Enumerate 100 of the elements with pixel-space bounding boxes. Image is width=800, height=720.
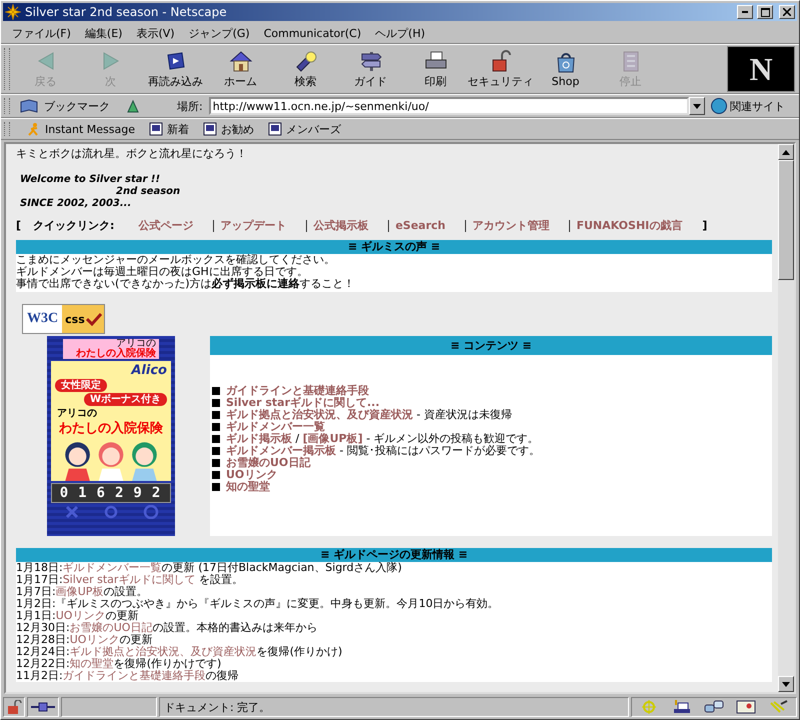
tagline: キミとボクは流れ星。ボクと流れ星になろう！ [16, 148, 248, 160]
connection-plug-icon [30, 701, 56, 713]
item-note: の更新 (17日付BlackMagcian、Sigrdさん入隊) [162, 561, 402, 574]
minimize-button[interactable] [737, 5, 753, 19]
menu-item[interactable]: ジャンプ(G) [182, 26, 257, 40]
status-text: ドキュメント: 完了。 [159, 697, 629, 717]
quick-link[interactable]: eSearch [388, 220, 452, 232]
toolbar-button[interactable]: ホーム [208, 47, 273, 91]
page-link[interactable]: お雪嬢のUO日記 [226, 456, 310, 469]
bookmark-link[interactable]: お勧め [203, 122, 254, 136]
quick-link[interactable]: アカウント管理 [465, 220, 556, 232]
menu-item[interactable]: ファイル(F) [5, 26, 78, 40]
update-date: 12月28日: [16, 633, 70, 646]
page-link[interactable]: 知の聖堂 [226, 480, 270, 493]
page-link[interactable]: ギルド拠点と治安状況、及び資産状況 [226, 408, 413, 421]
url-field[interactable]: http://www11.ocn.ne.jp/~senmenki/uo/ [208, 97, 689, 115]
close-button[interactable] [779, 5, 795, 19]
down-arrow-icon[interactable] [782, 682, 790, 686]
section-header: ≡ ギルミスの声 ≡ [16, 240, 772, 254]
bookmark-link[interactable]: 新着 [149, 122, 189, 136]
item-note: の更新 [105, 609, 138, 622]
toolbar-button[interactable]: ガイド [338, 47, 403, 91]
star-logo-icon [5, 4, 21, 20]
page-link[interactable]: UOリンク [56, 609, 106, 622]
page-link[interactable]: ギルドメンバー一覧 [226, 420, 325, 433]
bullet-icon [212, 399, 220, 407]
section-header: ≡ ギルドページの更新情報 ≡ [16, 548, 772, 562]
page-link[interactable]: 画像UP板 [56, 585, 104, 598]
notice-line: 事情で出席できない(できなかった)方は必ず掲示板に連絡すること！ [16, 278, 356, 290]
address-card-icon[interactable] [736, 700, 756, 714]
menu-item[interactable]: ヘルプ(H) [368, 26, 432, 40]
quick-link[interactable]: 公式ページ [132, 220, 200, 232]
page-icon [203, 122, 217, 136]
update-date: 1月17日: [16, 573, 63, 586]
menu-item[interactable]: 編集(E) [78, 26, 130, 40]
bookmark-link[interactable]: Instant Message [27, 122, 135, 136]
quick-link[interactable]: アップデート [213, 220, 292, 232]
page-link[interactable]: ガイドラインと基礎連絡手段 [226, 384, 369, 397]
welcome-line: Welcome to Silver star !! [20, 174, 161, 186]
up-arrow-icon[interactable] [782, 150, 790, 154]
update-date: 1月2日: [16, 597, 56, 610]
quick-link[interactable]: FUNAKOSHIの戯言 [569, 220, 688, 232]
scrollbar[interactable] [778, 144, 794, 692]
update-date: 1月1日: [16, 609, 56, 622]
checkmark-icon [86, 312, 102, 326]
update-date: 12月24日: [16, 645, 70, 658]
item-note: を復帰(作りかけ) [256, 645, 342, 658]
item-note: - ギルメン以外の投稿も歓迎です。 [365, 432, 539, 445]
page-link[interactable]: [画像UP板] [302, 432, 363, 445]
page-link[interactable]: ギルドメンバー掲示板 [226, 444, 336, 457]
menu-item[interactable]: Communicator(C) [256, 26, 368, 40]
page-link[interactable]: UOリンク [70, 633, 120, 646]
menu-item[interactable]: 表示(V) [129, 26, 182, 40]
caret-icon [693, 104, 701, 108]
page-link[interactable]: ガイドラインと基礎連絡手段 [62, 669, 206, 682]
window-title: Silver star 2nd season - Netscape [25, 5, 228, 19]
page-link[interactable]: Silver starギルドに関して... [226, 396, 380, 409]
toolbar-button[interactable]: 再読み込み [143, 47, 208, 91]
page-link[interactable]: UOリンク [226, 468, 278, 481]
bookmark-link[interactable]: メンバーズ [268, 122, 341, 136]
speech-bubbles-icon[interactable] [704, 700, 724, 714]
item-note: / [294, 432, 300, 445]
toolbar-button[interactable]: 検索 [273, 47, 338, 91]
quick-link[interactable]: 公式掲示板 [306, 220, 374, 232]
page-link[interactable]: お雪嬢のUO日記 [70, 621, 152, 634]
welcome-line: 2nd season [115, 186, 182, 198]
bullet-icon [212, 459, 220, 467]
item-note: 『ギルミスのつぶやき』から『ギルミスの声』に変更。中身も更新。今月10日から有効。 [56, 597, 499, 610]
validator-badge[interactable]: W3C css [22, 304, 105, 334]
update-date: 11月2日: [16, 669, 63, 682]
toolbar-button[interactable]: セキュリティ [468, 47, 533, 91]
item-note: の設置。 [103, 585, 148, 598]
page-link[interactable]: 知の聖堂 [70, 657, 114, 670]
padlock-icon[interactable] [6, 700, 22, 714]
item-note: の更新 [119, 633, 152, 646]
page-link[interactable]: ギルド掲示板 [226, 432, 292, 445]
globe-icon [711, 98, 727, 114]
toolbar-button[interactable]: 印刷 [403, 47, 468, 91]
related-sites-button[interactable]: 関連サイト [711, 98, 785, 114]
mail-tray-icon[interactable] [672, 700, 692, 714]
page-link[interactable]: Silver starギルドに関して [62, 573, 196, 586]
toolbar-button[interactable]: Shop [533, 47, 598, 91]
item-note: - 閲覧･投稿にはパスワードが必要です。 [338, 444, 540, 457]
home-icon [228, 49, 254, 73]
bookmarks-button[interactable]: ブックマーク [19, 98, 119, 114]
item-note: - 資産状況は未復帰 [415, 408, 512, 421]
dropdown-button[interactable] [689, 97, 705, 115]
scrollbar-thumb[interactable] [778, 160, 794, 280]
section-header: ≡ コンテンツ ≡ [210, 336, 772, 355]
ad-banner[interactable]: アリコの わたしの入院保険 Alico 女性限定 Wボーナス付き アリコの わたしの入院保険 016292 [47, 336, 175, 536]
maximize-button[interactable] [757, 5, 773, 19]
bracket: ] [702, 220, 708, 232]
page-link[interactable]: ギルド拠点と治安状況、及び資産状況 [70, 645, 257, 658]
location-label: 場所: [177, 98, 203, 114]
page-link[interactable]: ギルドメンバー一覧 [62, 561, 162, 574]
hit-counter: 016292 [50, 483, 172, 503]
bullet-icon [212, 435, 220, 443]
bullet-icon [212, 423, 220, 431]
welcome-line: SINCE 2002, 2003... [20, 198, 132, 210]
bullet-icon [212, 471, 220, 479]
